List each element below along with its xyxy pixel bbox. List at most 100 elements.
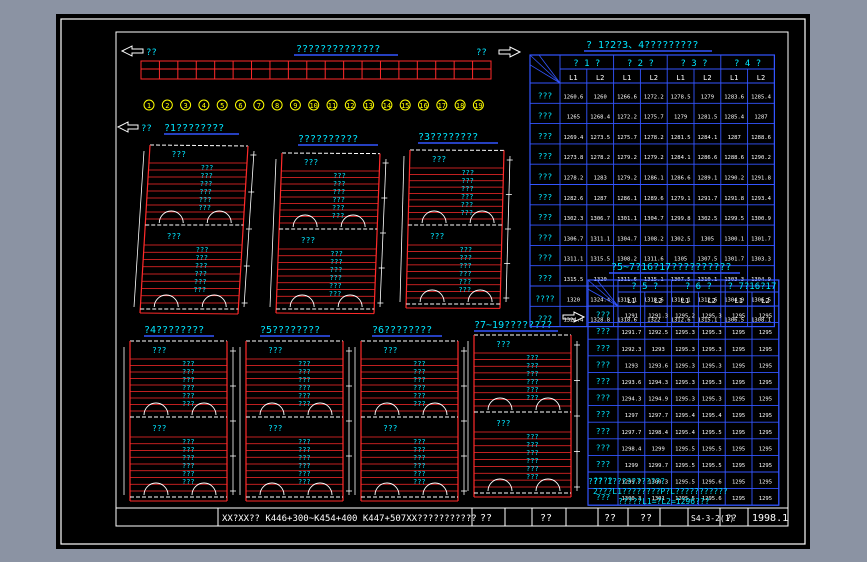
panel-label: ??? — [298, 360, 311, 368]
table-1-cell: 1288.6 — [724, 155, 744, 161]
table-1-cell: 1320 — [567, 297, 580, 303]
table-2-cell: 1295.3 — [675, 347, 695, 353]
panel-label: ??? — [200, 180, 213, 188]
strip-number: 12 — [346, 102, 354, 110]
table-2-cell: 1295 — [732, 363, 745, 369]
table-2-cell: 1295.2 — [675, 314, 695, 320]
panel-label: ??? — [526, 449, 539, 457]
title-block-cell-4: ?? — [640, 513, 652, 524]
table-1-cell: 1279.2 — [644, 155, 664, 161]
table-2-cell: 1295.5 — [675, 463, 695, 469]
table-1-cell: 1282.6 — [563, 196, 583, 202]
strip-number: 19 — [474, 102, 482, 110]
panel-label: ??? — [459, 278, 472, 286]
table-2-cell: 1297 — [625, 413, 638, 419]
table-1-cell: 1290.2 — [751, 155, 771, 161]
table-1-cell: 1278.2 — [590, 155, 610, 161]
table-2-cell: 1295 — [732, 496, 745, 502]
panel-title: ?1???????? — [164, 123, 224, 134]
note-1: ??? 1??????????? — [588, 477, 665, 486]
panel-label: ??? — [298, 392, 311, 400]
panel-label: ??? — [182, 438, 195, 446]
table-2-cell: 1295.5 — [702, 446, 722, 452]
panel-label: ??? — [413, 438, 426, 446]
table-1-cell: 1278.2 — [563, 176, 583, 182]
table-1-cell: 1273.5 — [590, 135, 610, 141]
panel-label: ??? — [298, 446, 311, 454]
strip-number: 8 — [275, 102, 279, 110]
strip-number: 11 — [328, 102, 336, 110]
panel-label: ??? — [298, 368, 311, 376]
panel-label: ??? — [461, 193, 474, 201]
top-strip-left-label: ?? — [146, 48, 157, 58]
panel-title: ?6???????? — [372, 325, 432, 336]
table-2-row-label: ??? — [596, 443, 611, 452]
table-1-subcol-header: L1 — [676, 74, 684, 82]
strip-number: 9 — [293, 102, 297, 110]
table-2-cell: 1295 — [732, 463, 745, 469]
strip-number: 2 — [165, 102, 169, 110]
panel-label: ??? — [193, 286, 206, 294]
strip-number: 4 — [202, 102, 206, 110]
table-2-cell: 1295 — [732, 397, 745, 403]
table-1-row-label: ??? — [538, 274, 553, 283]
table-1-cell: 1278.5 — [671, 94, 691, 100]
table-1-cell: 1300.9 — [751, 216, 771, 222]
table-1-cell: 1260.6 — [563, 94, 583, 100]
table-1-subcol-header: L1 — [730, 74, 738, 82]
table-2-cell: 1295.3 — [675, 363, 695, 369]
panel-label: ??? — [413, 470, 426, 478]
section-arrow-label: ?? — [141, 124, 152, 134]
table-2-cell: 1295 — [759, 413, 772, 419]
table-2-row-label: ??? — [596, 344, 611, 353]
table-2-cell: 1295 — [759, 463, 772, 469]
panel-label: ??? — [201, 164, 214, 172]
table-1-row-label: ??? — [538, 193, 553, 202]
panel-label: ??? — [526, 441, 539, 449]
panel-label: ??? — [333, 180, 346, 188]
panel-label: ??? — [413, 384, 426, 392]
panel-label: ??? — [329, 290, 342, 298]
table-2-row-label: ??? — [596, 360, 611, 369]
panel-label: ??? — [413, 478, 426, 486]
strip-number: 16 — [419, 102, 427, 110]
table-1-cell: 1272.2 — [617, 115, 637, 121]
table-2-row-label: ??? — [596, 377, 611, 386]
table-1-cell: 1308.2 — [644, 236, 664, 242]
table-2-subcol-header: L2 — [708, 297, 716, 305]
panel-label: ??? — [298, 400, 311, 408]
panel-label: ??? — [268, 346, 283, 355]
panel-label: ??? — [199, 196, 212, 204]
table-1-row-label: ??? — [538, 254, 553, 263]
table-1-group-header: ? 3 ? — [680, 59, 707, 69]
table-2-subcol-header: L1 — [627, 297, 635, 305]
table-2-cell: 1295.3 — [675, 330, 695, 336]
table-2-row-label: ??? — [596, 410, 611, 419]
table-2-cell: 1295 — [759, 480, 772, 486]
title-block-cell-1: ?? — [480, 513, 492, 524]
panel-label: ??? — [332, 204, 345, 212]
table-1-cell: 1302.3 — [563, 216, 583, 222]
panel-label: ??? — [459, 246, 472, 254]
top-strip-right-label: ?? — [476, 48, 487, 58]
panel-title: ?4???????? — [144, 325, 204, 336]
panel-title: ?3???????? — [418, 132, 478, 143]
table-2-cell: 1298.4 — [621, 446, 642, 452]
table-2-cell: 1295.3 — [675, 380, 695, 386]
table-2-cell: 1295.4 — [702, 413, 723, 419]
table-1-cell: 1291.7 — [697, 196, 717, 202]
table-1-cell: 1279 — [701, 94, 714, 100]
table-1-cell: 1284.1 — [697, 135, 717, 141]
table-1-cell: 1286.6 — [697, 155, 717, 161]
table-1-cell: 1315.5 — [590, 257, 610, 263]
table-1-cell: 1281.5 — [671, 135, 691, 141]
panel-label: ??? — [301, 236, 316, 245]
panel-label: ??? — [200, 172, 213, 180]
table-1-cell: 1293.4 — [751, 196, 772, 202]
panel-label: ??? — [430, 232, 445, 241]
table-1-row-label: ??? — [538, 152, 553, 161]
panel-label: ??? — [460, 209, 473, 217]
table-2-cell: 1297.7 — [621, 430, 641, 436]
table-2-cell: 1291.7 — [621, 330, 641, 336]
panel-label: ??? — [459, 262, 472, 270]
